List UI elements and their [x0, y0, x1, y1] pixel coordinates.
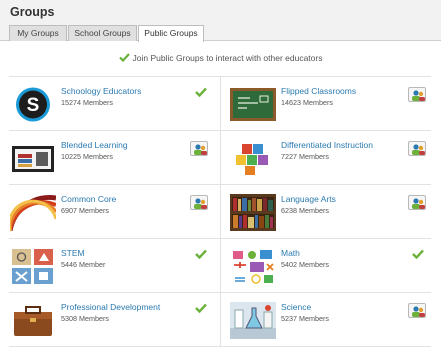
svg-text:S: S	[27, 95, 40, 116]
member-count: 6238 Members	[281, 206, 329, 215]
member-count: 10225 Members	[61, 152, 113, 161]
group-name[interactable]: Blended Learning	[61, 140, 128, 150]
group-name[interactable]: Common Core	[61, 194, 116, 204]
group-card-language-arts: Language Arts 6238 Members	[230, 194, 440, 247]
chalkboard-icon	[230, 86, 276, 123]
member-count: 5308 Members	[61, 314, 109, 323]
add-user-icon	[412, 144, 425, 155]
stem-icon	[10, 248, 56, 285]
tab-school-groups[interactable]: School Groups	[68, 25, 137, 41]
joined-check-icon	[412, 249, 430, 264]
member-count: 7227 Members	[281, 152, 329, 161]
group-name[interactable]: STEM	[61, 248, 85, 258]
science-icon	[230, 302, 276, 339]
member-count: 14623 Members	[281, 98, 333, 107]
join-group-button[interactable]	[408, 195, 426, 210]
page-title: Groups	[10, 5, 55, 19]
group-card-stem: STEM 5446 Member	[10, 248, 220, 301]
group-card-science: Science 5237 Members	[230, 302, 440, 355]
group-name[interactable]: Flipped Classrooms	[281, 86, 356, 96]
bookshelf-icon	[230, 194, 276, 231]
group-card-common-core: Common Core 6907 Members	[10, 194, 220, 247]
group-name[interactable]: Language Arts	[281, 194, 336, 204]
add-user-icon	[412, 90, 425, 101]
join-group-button[interactable]	[190, 195, 208, 210]
check-icon	[118, 53, 130, 63]
member-count: 5402 Members	[281, 260, 329, 269]
joined-check-icon	[195, 303, 213, 318]
add-user-icon	[194, 144, 207, 155]
joined-check-icon	[195, 249, 213, 264]
group-card-math: Math 5402 Members	[230, 248, 440, 301]
arcs-icon	[10, 194, 56, 231]
schoology-logo-icon: S	[10, 86, 56, 123]
member-count: 5237 Members	[281, 314, 329, 323]
books-icon	[10, 140, 56, 177]
column-divider	[220, 76, 221, 346]
tab-public-groups[interactable]: Public Groups	[138, 25, 204, 42]
briefcase-icon	[10, 302, 56, 339]
group-name[interactable]: Differentiated Instruction	[281, 140, 373, 150]
add-user-icon	[194, 198, 207, 209]
tab-my-groups[interactable]: My Groups	[9, 25, 67, 41]
group-name[interactable]: Schoology Educators	[61, 86, 141, 96]
join-group-button[interactable]	[408, 303, 426, 318]
groups-header: Groups My Groups School Groups Public Gr…	[0, 0, 441, 42]
join-group-button[interactable]	[190, 141, 208, 156]
group-name[interactable]: Science	[281, 302, 311, 312]
group-name[interactable]: Professional Development	[61, 302, 160, 312]
joined-check-icon	[195, 87, 213, 102]
group-card-differentiated-instruction: Differentiated Instruction 7227 Members	[230, 140, 440, 193]
member-count: 15274 Members	[61, 98, 113, 107]
add-user-icon	[412, 306, 425, 317]
join-group-button[interactable]	[408, 87, 426, 102]
member-count: 6907 Members	[61, 206, 109, 215]
join-group-button[interactable]	[408, 141, 426, 156]
member-count: 5446 Member	[61, 260, 106, 269]
group-card-blended-learning: Blended Learning 10225 Members	[10, 140, 220, 193]
join-notice-text: Join Public Groups to interact with othe…	[132, 53, 323, 63]
group-card-professional-development: Professional Development 5308 Members	[10, 302, 220, 355]
group-card-schoology-educators: S Schoology Educators 15274 Members	[10, 86, 220, 139]
join-notice: Join Public Groups to interact with othe…	[0, 53, 441, 63]
math-icon	[230, 248, 276, 285]
group-card-flipped-classrooms: Flipped Classrooms 14623 Members	[230, 86, 440, 139]
puzzle-icon	[230, 140, 276, 177]
add-user-icon	[412, 198, 425, 209]
group-name[interactable]: Math	[281, 248, 300, 258]
